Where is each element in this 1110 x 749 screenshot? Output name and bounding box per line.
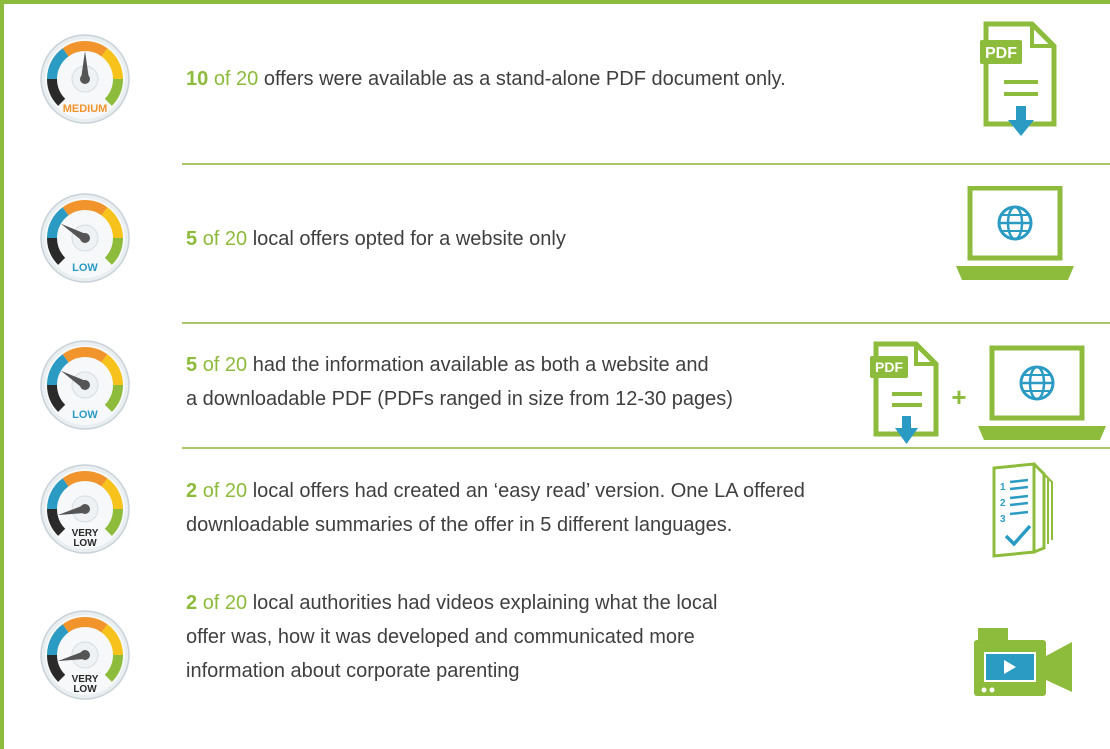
gauge-medium: MEDIUM [40, 34, 130, 124]
divider [182, 322, 1110, 324]
plus-sign: + [951, 382, 966, 412]
stat-text: 5 of 20 local offers opted for a website… [186, 222, 566, 256]
svg-text:2: 2 [1000, 498, 1006, 509]
stat-total: of 20 [202, 592, 248, 614]
svg-text:1: 1 [1000, 482, 1006, 493]
gauge-label-line-2: LOW [73, 684, 97, 695]
gauge-low: LOW [40, 193, 130, 283]
stat-row-pdf-only: MEDIUM 10 of 20 offers were available as… [4, 10, 1110, 160]
stat-row-videos: VERY LOW 2 of 20 local authorities had vi… [4, 578, 1110, 748]
stat-count: 10 [186, 68, 209, 90]
gauge-label: MEDIUM [63, 103, 108, 115]
video-camera-icon [974, 626, 1074, 698]
stat-count: 2 [186, 480, 198, 502]
svg-text:3: 3 [1000, 514, 1006, 525]
gauge-very-low: VERYLOW [40, 610, 130, 700]
easy-read-booklet-icon: 1 2 3 [990, 462, 1060, 558]
stat-text: 2 of 20 local offers had created an ‘eas… [186, 474, 805, 542]
stat-description-line-2: a downloadable PDF (PDFs ranged in size … [186, 388, 733, 410]
stat-count: 5 [186, 228, 198, 250]
gauge-label-line-2: LOW [73, 538, 97, 549]
stat-total: of 20 [213, 68, 259, 90]
stat-description: local offers opted for a website only [247, 228, 566, 250]
stat-row-easy-read: VERY LOW 2 of 20 local offers had created… [4, 450, 1110, 570]
stat-total: of 20 [202, 480, 248, 502]
laptop-globe-icon [954, 186, 1076, 284]
pdf-label: PDF [875, 359, 903, 375]
stat-text: 10 of 20 offers were available as a stan… [186, 62, 786, 96]
stat-text: 5 of 20 had the information available as… [186, 348, 733, 416]
stat-row-website-and-pdf: LOW 5 of 20 had the information availabl… [4, 326, 1110, 446]
divider [182, 447, 1110, 449]
gauge-very-low: VERYLOW [40, 464, 130, 554]
stat-text: 2 of 20 local authorities had videos exp… [186, 586, 717, 688]
pdf-download-icon: PDF [980, 20, 1060, 140]
stat-description: local authorities had videos explaining … [247, 592, 718, 614]
stat-description: local offers had created an ‘easy read’ … [247, 480, 805, 502]
stat-total: of 20 [202, 354, 248, 376]
stat-count: 5 [186, 354, 198, 376]
stat-description-line-2: offer was, how it was developed and comm… [186, 626, 695, 648]
stat-row-website-only: LOW 5 of 20 local offers opted for a web… [4, 166, 1110, 316]
stat-description-line-2: downloadable summaries of the offer in 5… [186, 514, 733, 536]
pdf-label: PDF [985, 45, 1017, 62]
stat-description: offers were available as a stand-alone P… [258, 68, 786, 90]
stat-description-line-3: information about corporate parenting [186, 660, 520, 682]
gauge-label: LOW [72, 409, 98, 421]
divider [182, 163, 1110, 165]
gauge-label: LOW [72, 262, 98, 274]
gauge-low: LOW [40, 340, 130, 430]
pdf-plus-laptop-icon: PDF + [870, 340, 1110, 448]
stat-description: had the information available as both a … [247, 354, 709, 376]
stat-total: of 20 [202, 228, 248, 250]
stat-count: 2 [186, 592, 198, 614]
